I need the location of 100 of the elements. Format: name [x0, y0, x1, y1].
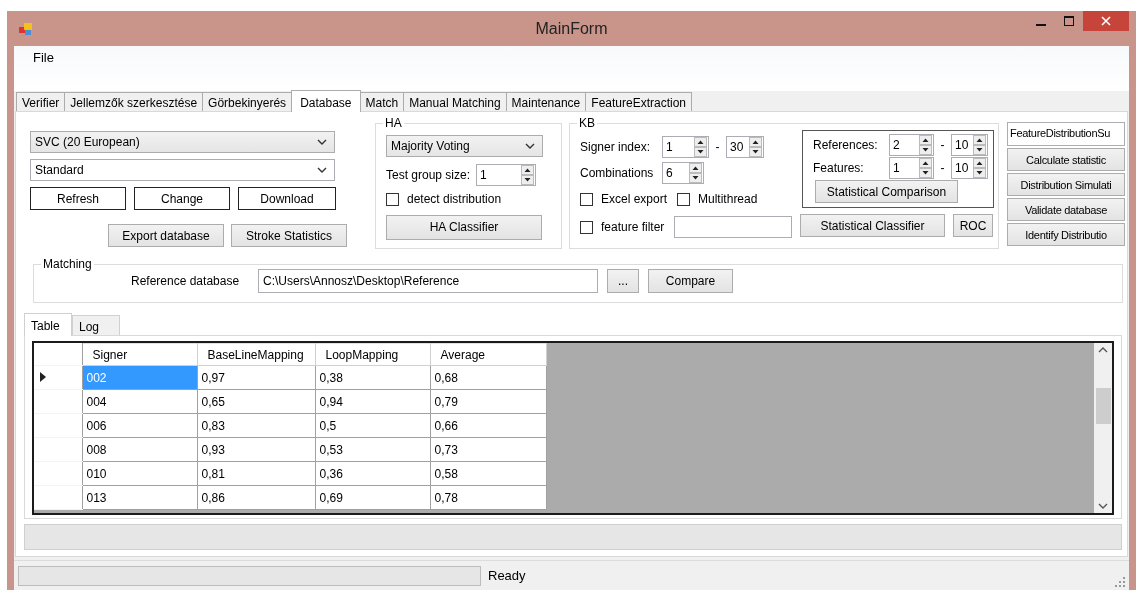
chevron-up-icon — [1098, 347, 1108, 353]
field-label: Combinations — [580, 166, 655, 180]
range-separator: - — [939, 138, 946, 152]
input-field[interactable] — [674, 216, 793, 238]
table-cell: 0,86 — [197, 485, 315, 510]
checkbox-label: detect distribution — [407, 192, 502, 206]
dropdown[interactable]: Majority Voting — [386, 135, 543, 157]
checkbox-label: Multithread — [698, 192, 758, 206]
button[interactable]: Refresh — [30, 187, 126, 210]
chevron-down-icon — [525, 143, 535, 149]
checkbox[interactable] — [580, 220, 593, 234]
checkbox-label: Excel export — [601, 192, 668, 206]
field-label: Reference database — [131, 274, 241, 288]
tab[interactable]: Verifier — [16, 92, 66, 111]
scroll-thumb[interactable] — [1095, 388, 1111, 424]
tab[interactable]: Table — [24, 313, 72, 336]
tab[interactable]: FeatureExtraction — [585, 92, 692, 111]
button[interactable]: Calculate statistic — [1007, 148, 1125, 171]
spin-arrows-icon — [973, 158, 986, 178]
table-cell: 0,73 — [430, 437, 546, 462]
table-cell: 0,58 — [430, 461, 546, 486]
window-title: MainForm — [535, 19, 608, 37]
table-cell: 002 — [82, 365, 197, 390]
spin-arrows-icon — [919, 158, 932, 178]
chevron-down-icon — [1098, 503, 1108, 509]
button[interactable]: Validate database — [1007, 198, 1125, 221]
checkbox[interactable] — [580, 192, 593, 206]
button[interactable]: Compare — [648, 269, 733, 293]
range-separator: - — [714, 140, 721, 154]
spin-arrows-icon — [973, 135, 986, 155]
number-spinner[interactable]: 6 — [662, 162, 704, 184]
tab[interactable]: Görbekinyerés — [202, 92, 293, 111]
input-field[interactable]: FeatureDistributionSu — [1007, 122, 1125, 146]
table-cell: 0,38 — [315, 365, 430, 390]
table-cell: 0,36 — [315, 461, 430, 486]
status-text: Ready — [488, 568, 526, 583]
field-label: References: — [813, 138, 879, 152]
dropdown[interactable]: SVC (20 European) — [30, 131, 335, 153]
tab[interactable]: Database — [291, 90, 361, 112]
table-cell: 0,81 — [197, 461, 315, 486]
button[interactable]: Export database — [108, 224, 224, 247]
input-field[interactable]: C:\Users\Annosz\Desktop\Reference — [258, 269, 598, 293]
button[interactable]: Download — [238, 187, 336, 210]
dropdown[interactable]: Standard — [30, 159, 335, 181]
spin-arrows-icon — [919, 135, 932, 155]
button[interactable]: Stroke Statistics — [231, 224, 347, 247]
button[interactable]: ROC — [953, 214, 993, 237]
menu-item[interactable]: File — [26, 48, 61, 67]
spin-arrows-icon — [694, 137, 707, 157]
column-header[interactable]: BaseLineMapping — [197, 343, 315, 366]
table-cell: 0,5 — [315, 413, 430, 438]
maximize-icon — [1064, 16, 1074, 26]
table-cell: 0,94 — [315, 389, 430, 414]
row-pointer-icon — [40, 371, 46, 382]
table-cell: 004 — [82, 389, 197, 414]
table-cell: 006 — [82, 413, 197, 438]
resize-grip-icon — [1115, 577, 1125, 587]
field-label: Test group size: — [386, 168, 471, 182]
button[interactable]: Distribution Simulati — [1007, 173, 1125, 196]
number-spinner[interactable]: 2 — [889, 134, 934, 156]
range-separator: - — [939, 161, 946, 175]
checkbox-label: feature filter — [601, 220, 665, 234]
number-spinner[interactable]: 1 — [662, 136, 709, 158]
tab[interactable]: Log — [72, 315, 120, 335]
table-cell: 0,78 — [430, 485, 546, 510]
button[interactable]: Statistical Classifier — [800, 214, 945, 237]
group-title: HA — [384, 116, 403, 130]
chevron-down-icon — [317, 167, 327, 173]
checkbox[interactable] — [677, 192, 691, 206]
table-cell: 0,53 — [315, 437, 430, 462]
field-label: Signer index: — [580, 140, 652, 154]
column-header[interactable]: Average — [430, 343, 546, 366]
button[interactable]: Change — [134, 187, 230, 210]
table-cell: 0,66 — [430, 413, 546, 438]
button[interactable]: Statistical Comparison — [815, 180, 958, 203]
table-cell: 0,65 — [197, 389, 315, 414]
app-icon — [19, 22, 33, 35]
button[interactable]: ... — [607, 269, 639, 293]
vertical-scrollbar[interactable] — [1094, 343, 1112, 513]
button[interactable]: Identify Distributio — [1007, 223, 1125, 246]
number-spinner[interactable]: 1 — [889, 157, 934, 179]
table-cell: 0,93 — [197, 437, 315, 462]
spin-arrows-icon — [521, 165, 535, 185]
row-header[interactable] — [34, 365, 82, 390]
table-cell: 010 — [82, 461, 197, 486]
tab[interactable]: Manual Matching — [403, 92, 507, 111]
table-cell: 013 — [82, 485, 197, 510]
checkbox[interactable] — [386, 192, 399, 206]
column-header[interactable]: LoopMapping — [315, 343, 430, 366]
column-header[interactable]: Signer — [82, 343, 197, 366]
number-spinner[interactable]: 1 — [476, 164, 537, 186]
table-cell: 0,69 — [315, 485, 430, 510]
number-spinner[interactable]: 10 — [951, 157, 988, 179]
number-spinner[interactable]: 10 — [951, 134, 988, 156]
number-spinner[interactable]: 30 — [726, 136, 764, 158]
minimize-icon — [1036, 23, 1046, 26]
group-title: Matching — [42, 257, 93, 271]
button[interactable]: HA Classifier — [386, 214, 542, 240]
table-cell: 008 — [82, 437, 197, 462]
table-cell: 0,97 — [197, 365, 315, 390]
